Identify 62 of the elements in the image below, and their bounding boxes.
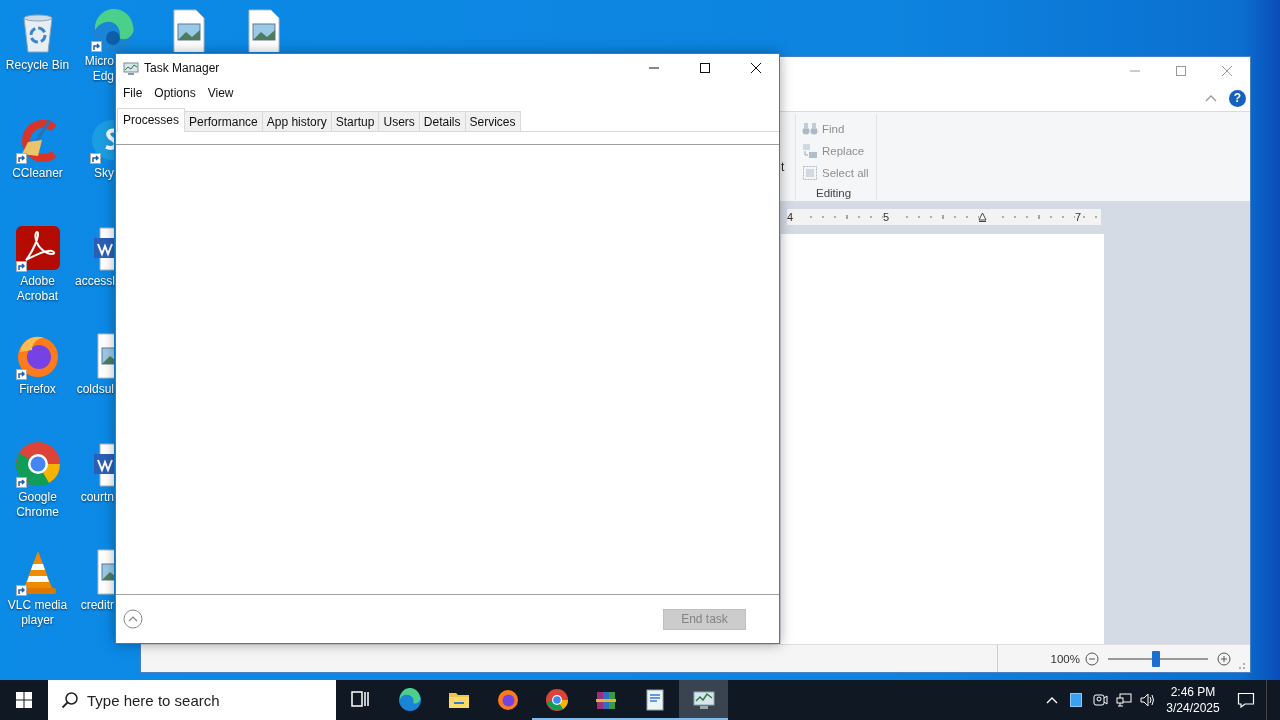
collapse-ribbon-icon[interactable] xyxy=(1205,94,1217,102)
chevron-circle-icon[interactable] xyxy=(123,609,143,629)
menu-item[interactable]: File xyxy=(117,86,149,100)
segmented-circle-icon[interactable] xyxy=(13,440,62,488)
icon-label[interactable]: Micro Edg xyxy=(75,54,114,84)
flame-globe-icon xyxy=(495,688,520,712)
person-screen-icon[interactable] xyxy=(1092,692,1108,708)
ribbon-label: t xyxy=(781,160,786,174)
network-icon[interactable] xyxy=(1116,692,1132,708)
icon-label[interactable]: accessl xyxy=(75,274,114,289)
search-field[interactable]: Type here to search xyxy=(48,680,336,720)
icon-label[interactable]: courtn xyxy=(75,490,114,505)
icon-label[interactable]: coldsul xyxy=(75,382,114,397)
clock-date[interactable]: 3/24/2025 xyxy=(1166,700,1220,716)
tab[interactable]: Processes xyxy=(117,108,186,132)
windows-logo-icon xyxy=(16,692,32,708)
resize-grip-icon[interactable] xyxy=(1236,660,1246,670)
tab[interactable]: Services xyxy=(464,111,521,131)
zoom-in-icon[interactable] xyxy=(1217,651,1231,666)
menu-item[interactable]: Options xyxy=(148,86,202,100)
clock-time[interactable]: 2:46 PM xyxy=(1170,684,1216,700)
tab[interactable]: Performance xyxy=(184,111,263,131)
binoculars-icon xyxy=(802,121,818,137)
icon-label[interactable]: creditr xyxy=(75,598,114,613)
curl-logo-icon[interactable] xyxy=(13,224,62,272)
maximize-icon xyxy=(1175,65,1187,77)
icon-label[interactable]: Firefox xyxy=(1,382,74,397)
help-button[interactable]: ? xyxy=(1229,89,1246,107)
icon-label[interactable]: Recycle Bin xyxy=(1,58,74,73)
volume-icon[interactable] xyxy=(1140,692,1156,708)
close-icon xyxy=(750,62,762,74)
icon-label[interactable]: Sky xyxy=(75,166,114,181)
zoom-level: 100% xyxy=(1050,652,1080,665)
close-icon xyxy=(1221,65,1233,77)
chevron-up-icon[interactable] xyxy=(1046,696,1058,704)
monitor-graph-icon xyxy=(691,688,716,712)
taskbar-button[interactable] xyxy=(679,680,728,720)
icon-label[interactable]: VLC media player xyxy=(1,598,74,628)
tab[interactable]: Users xyxy=(378,111,420,131)
tab[interactable]: App history xyxy=(261,111,332,131)
maximize-icon xyxy=(699,62,711,74)
icon-label[interactable]: Google Chrome xyxy=(1,490,74,520)
window-title: Task Manager xyxy=(144,61,220,75)
icon-label[interactable]: CCleaner xyxy=(1,166,74,181)
notification-icon[interactable] xyxy=(1237,691,1255,709)
wave-logo-icon xyxy=(397,688,422,712)
select-all-icon xyxy=(802,165,818,181)
group-title: Editing xyxy=(816,187,853,199)
ruler-number: 7 xyxy=(1075,211,1083,223)
zoom-out-icon[interactable] xyxy=(1085,651,1099,666)
tab[interactable]: Details xyxy=(418,111,466,131)
monitor-graph-icon xyxy=(123,60,139,76)
search-icon xyxy=(61,691,79,709)
indent-marker-icon[interactable] xyxy=(978,212,987,222)
menu-item[interactable]: View xyxy=(201,86,240,100)
icon-label[interactable]: Adobe Acrobat xyxy=(1,274,74,304)
ruler-number: 5 xyxy=(883,211,891,223)
segmented-circle-icon xyxy=(544,688,569,712)
slider-thumb[interactable] xyxy=(1152,650,1160,667)
replace-icon xyxy=(802,143,818,159)
tab[interactable]: Startup xyxy=(330,111,380,131)
ruler-number: 4 xyxy=(787,211,795,223)
